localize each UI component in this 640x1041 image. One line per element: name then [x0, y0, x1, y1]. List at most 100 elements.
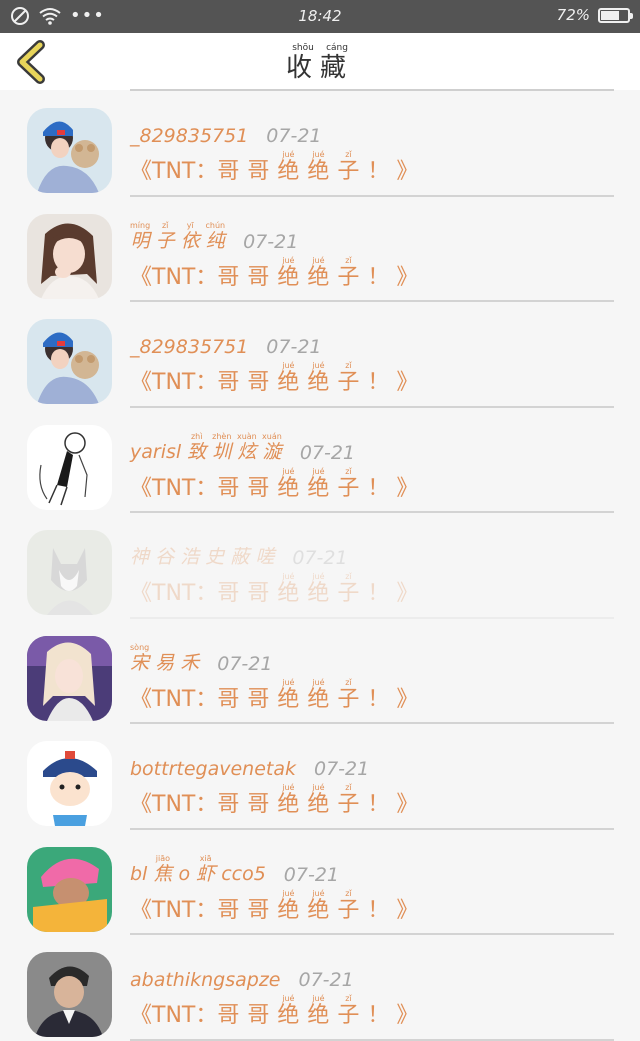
msg-char: 哥 — [217, 792, 240, 817]
entry-name-line: _829835751 07-21 — [130, 324, 322, 358]
entry-message: 《TNT： 哥 哥 绝jué 绝jué 子zǐ ！ 》 — [130, 783, 418, 818]
msg-char: 绝 — [277, 264, 300, 290]
msg-suffix: ！ 》 — [367, 370, 419, 395]
title-pinyin: cáng — [320, 43, 355, 53]
name-pinyin: yī — [180, 220, 200, 230]
msg-suffix: ！ 》 — [367, 159, 419, 184]
msg-prefix: 《TNT： — [130, 686, 218, 712]
msg-char: 绝 — [277, 475, 300, 501]
avatar[interactable] — [27, 952, 112, 1037]
name-char: 纯 — [205, 229, 226, 252]
name-prefix: bl — [130, 862, 148, 885]
entry-name: 神 谷 浩 史 蔽 嗟 — [130, 542, 274, 569]
entry-message: 《TNT： 哥 哥 绝jué 绝jué 子zǐ ！ 》 — [130, 572, 418, 607]
entry-name-line: 宋sòng 易 禾 07-21 — [130, 641, 272, 675]
msg-suffix: ！ 》 — [367, 475, 419, 501]
msg-char: 哥 — [217, 370, 240, 395]
msg-char: 哥 — [217, 686, 240, 712]
msg-char: 绝 — [307, 1003, 330, 1028]
msg-prefix: 《TNT： — [130, 159, 218, 184]
battery-icon — [598, 7, 633, 23]
msg-char: 绝 — [277, 1003, 300, 1028]
avatar[interactable] — [27, 108, 112, 193]
avatar[interactable] — [27, 846, 112, 932]
msg-suffix: ！ 》 — [367, 1003, 419, 1028]
avatar[interactable] — [27, 424, 112, 510]
name-pinyin: zhèn — [212, 431, 232, 441]
entry-message: 《TNT： 哥 哥 绝jué 绝jué 子zǐ ！ 》 — [130, 889, 419, 924]
name-char: 焦 — [153, 862, 173, 885]
entry-name: _829835751 — [130, 125, 249, 147]
msg-char: 哥 — [247, 159, 270, 184]
page-title: 收shōu藏cáng — [0, 43, 640, 84]
entry-date: 07-21 — [298, 969, 354, 991]
entry-message: 《TNT： 哥 哥 绝jué 绝jué 子zǐ ！ 》 — [130, 255, 419, 291]
msg-char: 绝 — [307, 686, 330, 712]
entry-name: yarisl 致zhì 圳zhèn 炫xuàn 漩xuán — [130, 432, 282, 464]
msg-char: 哥 — [217, 264, 240, 290]
avatar[interactable] — [27, 635, 112, 721]
avatar[interactable] — [27, 530, 112, 615]
msg-pinyin: jué — [307, 255, 330, 265]
name-pinyin: zǐ — [155, 220, 175, 230]
entry-name-line: _829835751 07-21 — [130, 113, 322, 147]
name-pinyin: chún — [205, 220, 226, 230]
msg-char: 子 — [337, 370, 360, 395]
entry-date: 07-21 — [299, 441, 356, 464]
entry-name-line: abathikngsapze 07-21 — [130, 957, 354, 991]
name-char: 依 — [180, 229, 200, 252]
name-char: 谷 — [155, 546, 175, 568]
msg-char: 哥 — [247, 897, 270, 923]
msg-char: 哥 — [247, 686, 270, 712]
list-item[interactable]: bottrtegavenetak 07-21 《TNT： 哥 哥 绝jué 绝j… — [0, 724, 640, 830]
msg-char: 子 — [337, 792, 360, 817]
name-char: 虾 — [196, 862, 216, 885]
entry-message: 《TNT： 哥 哥 绝jué 绝jué 子zǐ ！ 》 — [130, 677, 418, 713]
entry-message: 《TNT： 哥 哥 绝jué 绝jué 子zǐ ！ 》 — [130, 150, 419, 185]
entry-date: 07-21 — [266, 125, 322, 147]
name-char: 蔽 — [230, 546, 250, 568]
list-item[interactable]: abathikngsapze 07-21 《TNT： 哥 哥 绝jué 绝jué… — [0, 935, 640, 1041]
name-prefix: yarisl — [130, 440, 182, 463]
msg-pinyin: jué — [307, 572, 330, 581]
msg-pinyin: jué — [277, 150, 300, 159]
msg-prefix: 《TNT： — [130, 897, 218, 923]
list-item[interactable]: yarisl 致zhì 圳zhèn 炫xuàn 漩xuán 07-21 《TNT… — [0, 408, 640, 513]
msg-suffix: ！ 》 — [367, 264, 419, 290]
msg-char: 绝 — [277, 370, 300, 395]
msg-pinyin: jué — [277, 466, 300, 476]
msg-char: 绝 — [307, 475, 330, 501]
list-item[interactable]: 宋sòng 易 禾 07-21 《TNT： 哥 哥 绝jué 绝jué 子zǐ … — [0, 619, 640, 724]
entry-date: 07-21 — [314, 758, 370, 780]
avatar[interactable] — [27, 319, 112, 404]
list-item[interactable]: _829835751 07-21 《TNT： 哥 哥 绝jué 绝jué 子zǐ… — [0, 91, 640, 197]
name-pinyin: jiāo — [153, 853, 173, 863]
msg-pinyin: zǐ — [337, 572, 360, 581]
msg-char: 绝 — [277, 686, 300, 712]
msg-char: 绝 — [307, 792, 330, 817]
entry-name-line: bottrtegavenetak 07-21 — [130, 746, 369, 780]
list-item[interactable]: 神 谷 浩 史 蔽 嗟 07-21 《TNT： 哥 哥 绝jué 绝jué 子z… — [0, 513, 640, 619]
avatar[interactable] — [27, 741, 112, 826]
list-item[interactable]: 明míng 子zǐ 依yī 纯chún 07-21 《TNT： 哥 哥 绝jué… — [0, 197, 640, 302]
msg-char: 哥 — [247, 475, 270, 501]
name-char: 宋 — [130, 651, 150, 674]
msg-pinyin: jué — [307, 677, 330, 687]
entry-date: 07-21 — [243, 230, 299, 253]
msg-char: 子 — [337, 581, 360, 606]
msg-suffix: ！ 》 — [367, 897, 419, 923]
avatar[interactable] — [27, 213, 112, 299]
list-item[interactable]: bl 焦jiāo o 虾xiā cco5 07-21 《TNT： 哥 哥 绝ju… — [0, 830, 640, 935]
msg-pinyin: jué — [277, 994, 300, 1003]
status-bar: ••• 18:42 72% — [0, 0, 640, 33]
title-pinyin: shōu — [285, 43, 320, 53]
entry-name: bottrtegavenetak — [130, 758, 296, 780]
name-char: 易 — [155, 651, 175, 674]
msg-prefix: 《TNT： — [130, 264, 218, 290]
list-item[interactable]: _829835751 07-21 《TNT： 哥 哥 绝jué 绝jué 子zǐ… — [0, 302, 640, 408]
entry-name: abathikngsapze — [130, 969, 281, 991]
msg-char: 哥 — [217, 581, 240, 606]
name-char: 神 — [130, 546, 150, 568]
entry-date: 07-21 — [217, 652, 273, 675]
entry-name-line: 神 谷 浩 史 蔽 嗟 07-21 — [130, 535, 348, 569]
